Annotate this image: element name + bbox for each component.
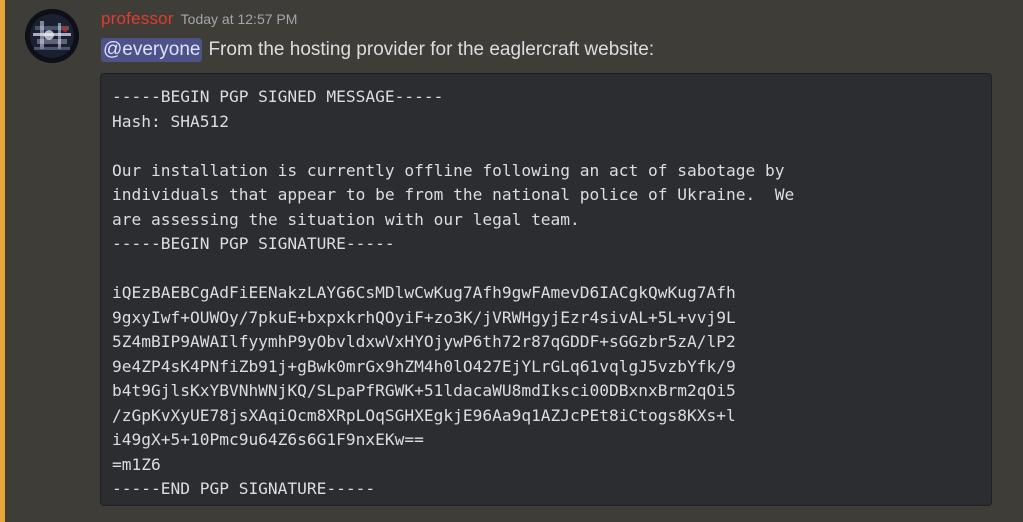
timestamp[interactable]: Today at 12:57 PM — [181, 11, 298, 27]
username[interactable]: professor — [101, 9, 174, 29]
code-line: are assessing the situation with our leg… — [112, 209, 580, 229]
avatar[interactable] — [25, 9, 79, 63]
message-text: From the hosting provider for the eagler… — [208, 39, 655, 60]
code-line: -----BEGIN PGP SIGNATURE----- — [112, 234, 395, 253]
code-line: =m1Z6 — [112, 454, 161, 474]
code-line: -----BEGIN PGP SIGNED MESSAGE----- — [112, 87, 444, 106]
code-line: -----END PGP SIGNATURE----- — [112, 479, 376, 498]
code-line: iQEzBAEBCgAdFiEENakzLAYG6CsMDlwCwKug7Afh… — [112, 283, 736, 302]
code-line: 9e4ZP4sK4PNfiZb91j+gBwk0mrGx9hZM4h0lO427… — [112, 356, 736, 376]
chat-message: professor Today at 12:57 PM @everyone Fr… — [0, 0, 1023, 522]
code-line: b4t9GjlsKxYBVNhWNjKQ/SLpaPfRGWK+51ldacaW… — [112, 381, 736, 400]
code-block[interactable]: -----BEGIN PGP SIGNED MESSAGE----- Hash:… — [100, 73, 992, 506]
code-line: 9gxyIwf+OUWOy/7pkuE+bxpxkrhQOyiF+zo3K/jV… — [112, 307, 736, 327]
code-line: Our installation is currently offline fo… — [112, 160, 785, 180]
code-line: i49gX+5+10Pmc9u64Z6s6G1F9nxEKw== — [112, 430, 424, 449]
code-line: Hash: SHA512 — [112, 111, 229, 131]
code-line: individuals that appear to be from the n… — [112, 185, 795, 204]
avatar-image-icon — [25, 9, 79, 63]
code-line: 5Z4mBIP9AWAIlfyymhP9yObvldxwVxHYOjywP6th… — [112, 332, 736, 351]
message-content: @everyone From the hosting provider for … — [101, 37, 654, 63]
message-header: professor Today at 12:57 PM — [101, 9, 297, 33]
mention-highlight-bar — [0, 0, 5, 522]
everyone-mention[interactable]: @everyone — [101, 38, 203, 62]
code-line: /zGpKvXyUE78jsXAqiOcm8XRpLOqSGHXEgkjE96A… — [112, 405, 736, 425]
